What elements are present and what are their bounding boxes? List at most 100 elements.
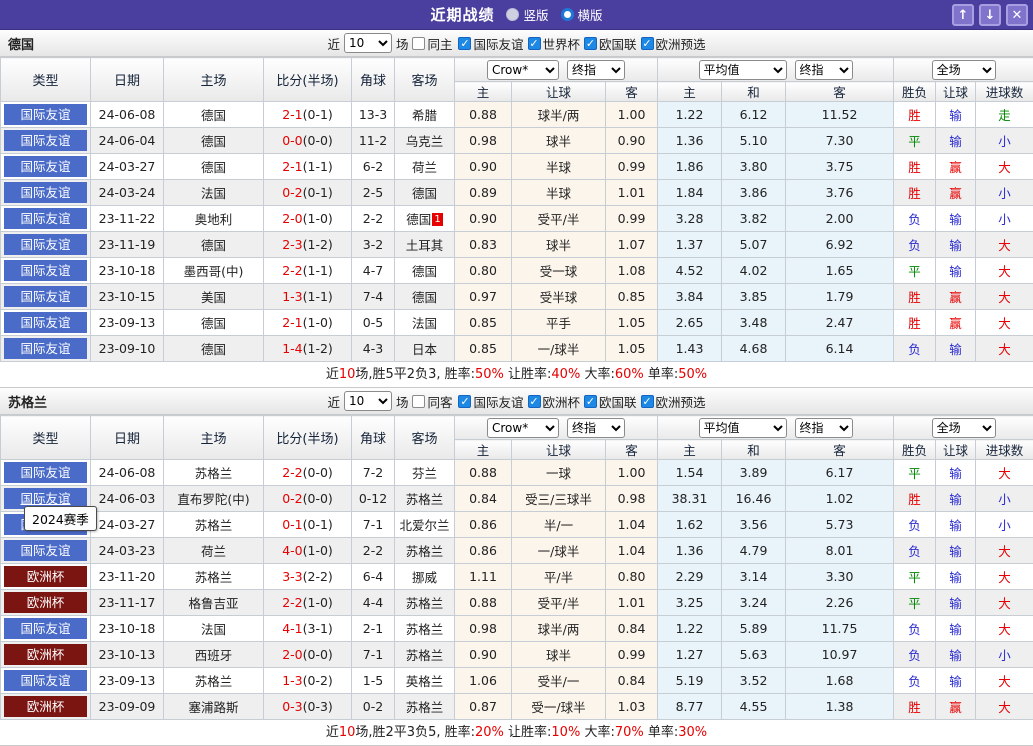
league-cell[interactable]: 国际友谊 (1, 232, 91, 258)
league-cell[interactable]: 国际友谊 (1, 102, 91, 128)
europe-time-select[interactable]: 终指 (795, 418, 853, 438)
league-filter-checkbox[interactable]: ✓欧洲杯 (528, 392, 581, 411)
wdl-result-cell: 负 (894, 642, 936, 668)
league-cell[interactable]: 欧洲杯 (1, 694, 91, 720)
handicap-time-select[interactable]: 终指 (567, 418, 625, 438)
radio-unselected-icon[interactable] (506, 8, 519, 21)
layout-vertical-radio[interactable]: 竖版 (506, 5, 548, 24)
checkbox-unchecked-icon[interactable] (412, 37, 425, 50)
league-badge[interactable]: 国际友谊 (4, 182, 87, 203)
summary-stat-value: 10 (339, 367, 356, 382)
handicap-home-odds-cell: 0.87 (455, 694, 512, 720)
europe-odds-select[interactable]: 平均值 (699, 60, 787, 80)
league-cell[interactable]: 国际友谊 (1, 310, 91, 336)
league-cell[interactable]: 国际友谊 (1, 258, 91, 284)
league-badge[interactable]: 国际友谊 (4, 208, 87, 229)
score-cell: 2-3(1-2) (264, 232, 352, 258)
match-count-select[interactable]: 10 (344, 33, 392, 53)
league-cell[interactable]: 国际友谊 (1, 668, 91, 694)
period-select[interactable]: 全场 (932, 418, 996, 438)
league-badge[interactable]: 国际友谊 (4, 234, 87, 255)
league-badge[interactable]: 欧洲杯 (4, 592, 87, 613)
goals-result-cell: 大 (976, 232, 1033, 258)
score-cell: 2-1(0-1) (264, 102, 352, 128)
league-badge[interactable]: 国际友谊 (4, 618, 87, 639)
handicap-result-cell: 输 (936, 232, 976, 258)
league-cell[interactable]: 国际友谊 (1, 616, 91, 642)
league-cell[interactable]: 国际友谊 (1, 180, 91, 206)
league-filter-checkbox[interactable]: ✓欧洲预选 (641, 392, 706, 411)
fulltime-score: 0-2 (282, 185, 302, 200)
move-down-button[interactable]: ↓ (979, 4, 1001, 26)
league-filter-checkbox[interactable]: ✓欧国联 (584, 34, 637, 53)
checkbox-checked-icon[interactable]: ✓ (584, 37, 597, 50)
close-button[interactable]: ✕ (1006, 4, 1028, 26)
odds-source-select[interactable]: Crow* (487, 60, 559, 80)
same-venue-checkbox[interactable]: 同客 (412, 392, 452, 411)
league-badge[interactable]: 国际友谊 (4, 338, 87, 359)
league-badge[interactable]: 欧洲杯 (4, 696, 87, 717)
home-team-cell: 西班牙 (164, 642, 264, 668)
europe-odds-select[interactable]: 平均值 (699, 418, 787, 438)
same-venue-checkbox[interactable]: 同主 (412, 34, 452, 53)
handicap-home-odds-cell: 0.83 (455, 232, 512, 258)
halftime-score: (0-1) (303, 517, 333, 532)
league-badge[interactable]: 国际友谊 (4, 670, 87, 691)
league-filter-checkbox[interactable]: ✓世界杯 (528, 34, 581, 53)
match-count-select[interactable]: 10 (344, 391, 392, 411)
league-cell[interactable]: 国际友谊 (1, 336, 91, 362)
league-filter-checkbox[interactable]: ✓欧国联 (584, 392, 637, 411)
league-badge[interactable]: 国际友谊 (4, 260, 87, 281)
date-cell: 23-09-13 (91, 310, 164, 336)
league-badge[interactable]: 国际友谊 (4, 462, 87, 483)
league-cell[interactable]: 国际友谊 (1, 460, 91, 486)
checkbox-checked-icon[interactable]: ✓ (528, 395, 541, 408)
league-badge[interactable]: 国际友谊 (4, 540, 87, 561)
avg-draw-odds-cell: 5.07 (722, 232, 786, 258)
checkbox-unchecked-icon[interactable] (412, 395, 425, 408)
odds-source-select[interactable]: Crow* (487, 418, 559, 438)
summary-stat-value: 70% (615, 725, 644, 740)
checkbox-checked-icon[interactable]: ✓ (641, 395, 654, 408)
league-badge[interactable]: 国际友谊 (4, 286, 87, 307)
league-filter-label: 欧洲杯 (543, 392, 581, 411)
league-filter-checkbox[interactable]: ✓国际友谊 (458, 392, 523, 411)
col-handicap: 让球 (512, 82, 606, 102)
league-filter-checkbox[interactable]: ✓国际友谊 (458, 34, 523, 53)
league-cell[interactable]: 国际友谊 (1, 284, 91, 310)
league-badge[interactable]: 欧洲杯 (4, 566, 87, 587)
checkbox-checked-icon[interactable]: ✓ (458, 37, 471, 50)
league-badge[interactable]: 国际友谊 (4, 312, 87, 333)
league-cell[interactable]: 欧洲杯 (1, 642, 91, 668)
layout-horizontal-radio[interactable]: 横版 (561, 5, 603, 24)
avg-home-odds-cell: 5.19 (658, 668, 722, 694)
league-badge[interactable]: 国际友谊 (4, 104, 87, 125)
handicap-time-select[interactable]: 终指 (567, 60, 625, 80)
wdl-result-cell: 平 (894, 564, 936, 590)
league-badge[interactable]: 欧洲杯 (4, 644, 87, 665)
league-cell[interactable]: 国际友谊 (1, 206, 91, 232)
league-cell[interactable]: 国际友谊 (1, 128, 91, 154)
league-badge[interactable]: 国际友谊 (4, 156, 87, 177)
checkbox-checked-icon[interactable]: ✓ (458, 395, 471, 408)
move-up-button[interactable]: ↑ (952, 4, 974, 26)
radio-selected-icon[interactable] (561, 8, 574, 21)
summary-stat-value: 60% (615, 367, 644, 382)
league-cell[interactable]: 欧洲杯 (1, 564, 91, 590)
league-cell[interactable]: 欧洲杯 (1, 590, 91, 616)
league-cell[interactable]: 国际友谊 (1, 154, 91, 180)
europe-time-select[interactable]: 终指 (795, 60, 853, 80)
corner-cell: 1-5 (352, 668, 395, 694)
league-badge[interactable]: 国际友谊 (4, 130, 87, 151)
checkbox-checked-icon[interactable]: ✓ (584, 395, 597, 408)
period-select[interactable]: 全场 (932, 60, 996, 80)
checkbox-checked-icon[interactable]: ✓ (528, 37, 541, 50)
handicap-line-cell: 受一球 (512, 258, 606, 284)
league-filter-checkbox[interactable]: ✓欧洲预选 (641, 34, 706, 53)
col-wdl: 胜负 (894, 440, 936, 460)
summary-scotland: 近10场,胜2平3负5, 胜率:20% 让胜率:10% 大率:70% 单率:30… (0, 720, 1033, 746)
handicap-home-odds-cell: 0.90 (455, 642, 512, 668)
checkbox-checked-icon[interactable]: ✓ (641, 37, 654, 50)
league-cell[interactable]: 国际友谊 (1, 538, 91, 564)
home-team-cell: 奥地利 (164, 206, 264, 232)
